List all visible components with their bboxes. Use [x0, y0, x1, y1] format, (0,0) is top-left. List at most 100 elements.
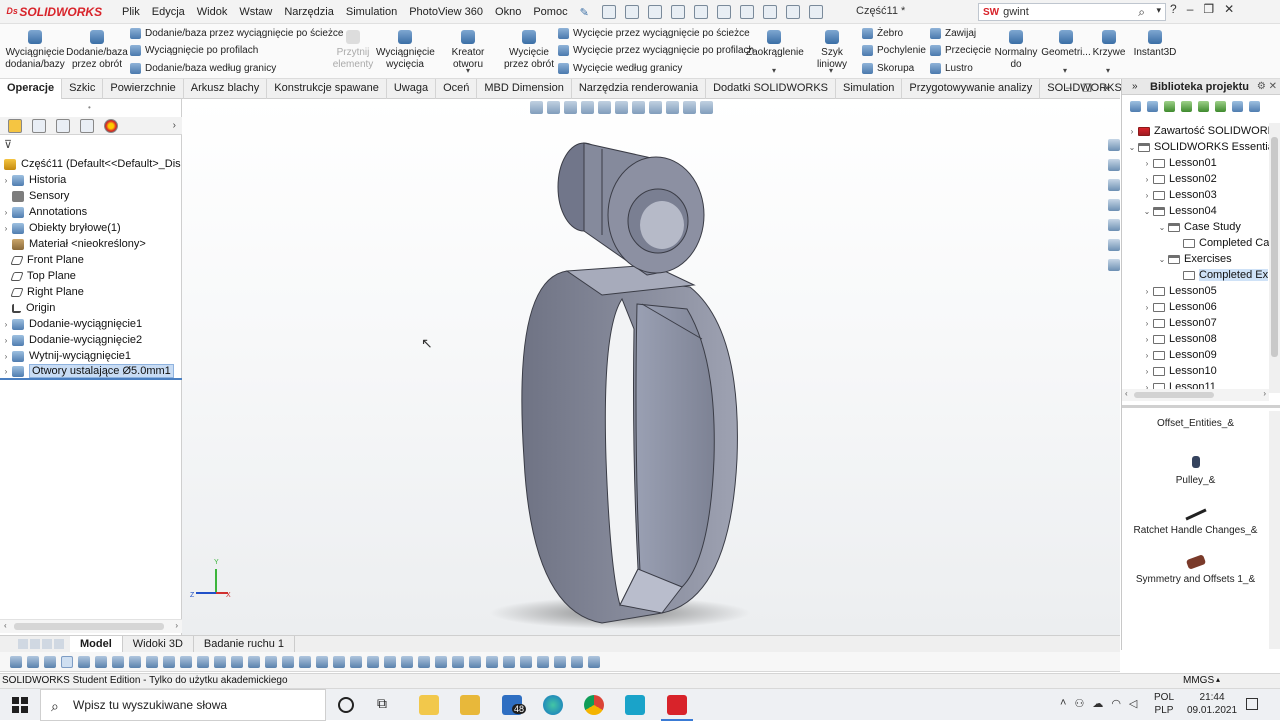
chevron-right-icon[interactable]: ›: [0, 352, 12, 361]
chevron-right-icon[interactable]: ›: [175, 621, 178, 630]
library-item[interactable]: Completed Ca: [1122, 235, 1269, 251]
slot-icon[interactable]: [197, 655, 209, 668]
file-explorer-icon[interactable]: [1108, 199, 1120, 211]
chevron-down-icon[interactable]: ▾: [1063, 66, 1067, 75]
design-library-icon[interactable]: [1108, 159, 1120, 171]
next-tab-icon[interactable]: [42, 639, 52, 649]
lofted-cut-button[interactable]: Wycięcie przez wyciągnięcie po profilach: [558, 45, 754, 56]
tree-root-part[interactable]: Część11 (Default<<Default>_Dis: [0, 156, 182, 172]
undo-icon[interactable]: [717, 5, 732, 19]
save-icon[interactable]: [670, 5, 685, 19]
add-file-location-icon[interactable]: [1181, 100, 1192, 112]
feature-tree-hscrollbar[interactable]: ‹ ›: [0, 619, 182, 633]
revolved-boss-button[interactable]: Dodanie/baza przez obrót: [66, 30, 128, 71]
construction-icon[interactable]: [537, 655, 549, 668]
chevron-right-icon[interactable]: ›: [0, 367, 12, 376]
chevron-down-icon[interactable]: ▾: [1156, 5, 1161, 16]
pin-icon[interactable]: ✕: [1269, 81, 1277, 92]
tab-surfaces[interactable]: Powierzchnie: [103, 79, 184, 99]
tab-addins[interactable]: Dodatki SOLIDWORKS: [706, 79, 837, 99]
quick-snaps-icon[interactable]: [350, 655, 362, 668]
chevron-down-icon[interactable]: ⌄: [1156, 255, 1168, 264]
library-item[interactable]: ⌄ Exercises: [1122, 251, 1269, 267]
chevron-down-icon[interactable]: ▾: [1106, 66, 1110, 75]
library-item[interactable]: › Lesson06: [1122, 299, 1269, 315]
chevron-down-icon[interactable]: ⌄: [1156, 223, 1168, 232]
chevron-left-icon[interactable]: ‹: [4, 621, 7, 630]
display-delete-icon[interactable]: [384, 655, 396, 668]
menu-item-photoview[interactable]: PhotoView 360: [403, 6, 489, 18]
hole-wizard-button[interactable]: Kreator otworu: [436, 30, 500, 71]
move-icon[interactable]: [452, 655, 464, 668]
tree-item[interactable]: Right Plane: [0, 284, 182, 300]
menu-item-simulation[interactable]: Simulation: [340, 6, 403, 18]
fillet-sketch-icon[interactable]: [571, 655, 583, 668]
tab-features[interactable]: Operacje: [0, 79, 63, 99]
notification-icon[interactable]: [1246, 698, 1258, 710]
draft-button[interactable]: Pochylenie: [862, 45, 926, 56]
tab-3d-views[interactable]: Widoki 3D: [123, 635, 194, 653]
tree-item[interactable]: Materiał <nieokreślony>: [0, 236, 182, 252]
tab-sketch[interactable]: Szkic: [62, 79, 104, 99]
tree-item[interactable]: Sensory: [0, 188, 182, 204]
library-item[interactable]: › Lesson10: [1122, 363, 1269, 379]
prev-tab-icon[interactable]: [30, 639, 40, 649]
chevron-right-icon[interactable]: ›: [0, 208, 12, 217]
new-document-icon[interactable]: [624, 5, 639, 19]
chevron-right-icon[interactable]: ›: [0, 176, 12, 185]
refresh-icon[interactable]: [1232, 100, 1243, 112]
tree-item[interactable]: › Obiekty bryłowe(1): [0, 220, 182, 236]
first-tab-icon[interactable]: [18, 639, 28, 649]
chevron-right-icon[interactable]: ›: [173, 120, 176, 131]
tree-item[interactable]: Front Plane: [0, 252, 182, 268]
face-curves-icon[interactable]: [435, 655, 447, 668]
centerline-icon[interactable]: [554, 655, 566, 668]
chevron-right-icon[interactable]: ›: [1141, 367, 1153, 376]
curves-button[interactable]: Krzywe: [1092, 30, 1126, 59]
tree-item[interactable]: › Otwory ustalające Ø5.0mm1: [0, 364, 182, 380]
close-icon[interactable]: ✕: [1224, 2, 1234, 16]
create-folder-icon[interactable]: [1198, 100, 1209, 112]
feature-manager-tab-icon[interactable]: [8, 118, 22, 133]
solidworks-resources-icon[interactable]: [1108, 139, 1120, 151]
palette-item[interactable]: Pulley_&: [1122, 456, 1269, 487]
intersect-button[interactable]: Przecięcie: [930, 45, 991, 56]
arc-icon[interactable]: [163, 655, 175, 668]
menu-item-window[interactable]: Okno: [489, 6, 527, 18]
people-icon[interactable]: ⚇: [1074, 697, 1084, 710]
panel-grip-icon[interactable]: •: [88, 103, 91, 112]
file-explorer-icon[interactable]: [419, 695, 439, 715]
add-to-library-icon[interactable]: [1164, 100, 1175, 112]
tab-analysis-prep[interactable]: Przygotowywanie analizy: [902, 79, 1041, 99]
intersection-curve-icon[interactable]: [418, 655, 430, 668]
taskbar-search-input[interactable]: ⌕ Wpisz tu wyszukiwane słowa: [40, 689, 326, 721]
task-view-icon[interactable]: ⧉: [377, 695, 397, 715]
line-icon[interactable]: [112, 655, 124, 668]
cortana-icon[interactable]: [338, 697, 354, 713]
filter-toggle-icon[interactable]: [27, 655, 39, 668]
chevron-right-icon[interactable]: ›: [1141, 175, 1153, 184]
chevron-left-icon[interactable]: ‹: [1125, 389, 1128, 398]
tree-item[interactable]: Origin: [0, 300, 182, 316]
rotate-icon[interactable]: [486, 655, 498, 668]
mirror-button[interactable]: Lustro: [930, 63, 973, 74]
tab-render-tools[interactable]: Narzędzia renderowania: [572, 79, 707, 99]
library-item[interactable]: › Lesson08: [1122, 331, 1269, 347]
new-folder-icon[interactable]: [1215, 100, 1226, 112]
graphics-area[interactable]: Y Z X ↖: [182, 99, 1120, 635]
last-tab-icon[interactable]: [54, 639, 64, 649]
menu-item-edit[interactable]: Edycja: [146, 6, 191, 18]
pattern-icon[interactable]: [282, 655, 294, 668]
library-item[interactable]: Completed Ex: [1122, 267, 1269, 283]
convert-entities-icon[interactable]: [401, 655, 413, 668]
menu-item-help[interactable]: Pomoc: [527, 6, 573, 18]
tab-mbd-dimension[interactable]: MBD Dimension: [477, 79, 572, 99]
chevron-right-icon[interactable]: ›: [1141, 191, 1153, 200]
reference-geometry-button[interactable]: Geometri...: [1040, 30, 1092, 59]
wifi-icon[interactable]: ◠: [1111, 697, 1121, 710]
chevron-right-icon[interactable]: ›: [1141, 335, 1153, 344]
palette-vscrollbar[interactable]: [1269, 411, 1280, 649]
tab-markup[interactable]: Uwaga: [387, 79, 437, 99]
filter-icon[interactable]: ⊽: [4, 138, 12, 151]
chevron-down-icon[interactable]: ▾: [466, 66, 470, 75]
